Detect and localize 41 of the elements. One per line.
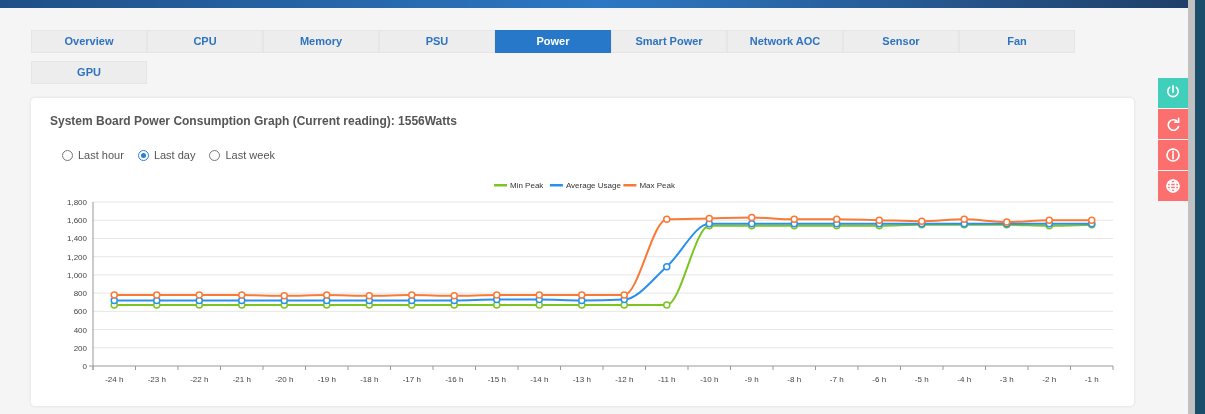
radio-label: Last hour — [78, 148, 124, 163]
card-title: System Board Power Consumption Graph (Current reading): 1556Watts — [50, 113, 458, 130]
axis-label: 1,800 — [66, 197, 87, 207]
axis-label: -8 h — [787, 374, 802, 384]
axis-label: 400 — [73, 325, 87, 335]
axis-label: -24 h — [105, 374, 124, 384]
radio-label: Last week — [225, 148, 275, 163]
axis-label: -17 h — [402, 374, 421, 384]
axis-label: -3 h — [999, 374, 1014, 384]
axis-label: -21 h — [232, 374, 251, 384]
legend-label: Max Peak — [639, 180, 675, 190]
axis-label: -14 h — [530, 374, 549, 384]
axis-label: 1,200 — [66, 252, 87, 262]
axis-label: -11 h — [657, 374, 676, 384]
axis-label: -15 h — [487, 374, 506, 384]
axis-label: -20 h — [275, 374, 294, 384]
axis-label: 0 — [82, 361, 87, 371]
axis-label: -13 h — [572, 374, 591, 384]
axis-label: -23 h — [147, 374, 166, 384]
axis-label: -19 h — [317, 374, 336, 384]
axis-label: 1,000 — [66, 270, 87, 280]
axis-label: -22 h — [190, 374, 209, 384]
axis-label: -5 h — [914, 374, 929, 384]
legend-label: Min Peak — [510, 180, 544, 190]
axis-label: -2 h — [1042, 374, 1057, 384]
axis-label: -18 h — [360, 374, 379, 384]
axis-label: 600 — [73, 306, 87, 316]
axis-label: 200 — [73, 343, 87, 353]
axis-label: -4 h — [957, 374, 972, 384]
axis-label: -12 h — [615, 374, 634, 384]
axis-label: 1,600 — [66, 215, 87, 225]
axis-label: -1 h — [1084, 374, 1099, 384]
axis-label: -9 h — [744, 374, 759, 384]
axis-label: -7 h — [829, 374, 844, 384]
axis-label: -6 h — [872, 374, 887, 384]
radio-label: Last day — [153, 148, 196, 163]
legend-label: Average Usage — [565, 180, 621, 190]
axis-label: 1,400 — [66, 233, 87, 243]
axis-label: 800 — [73, 288, 87, 298]
axis-label: -10 h — [700, 374, 719, 384]
axis-label: -16 h — [445, 374, 464, 384]
